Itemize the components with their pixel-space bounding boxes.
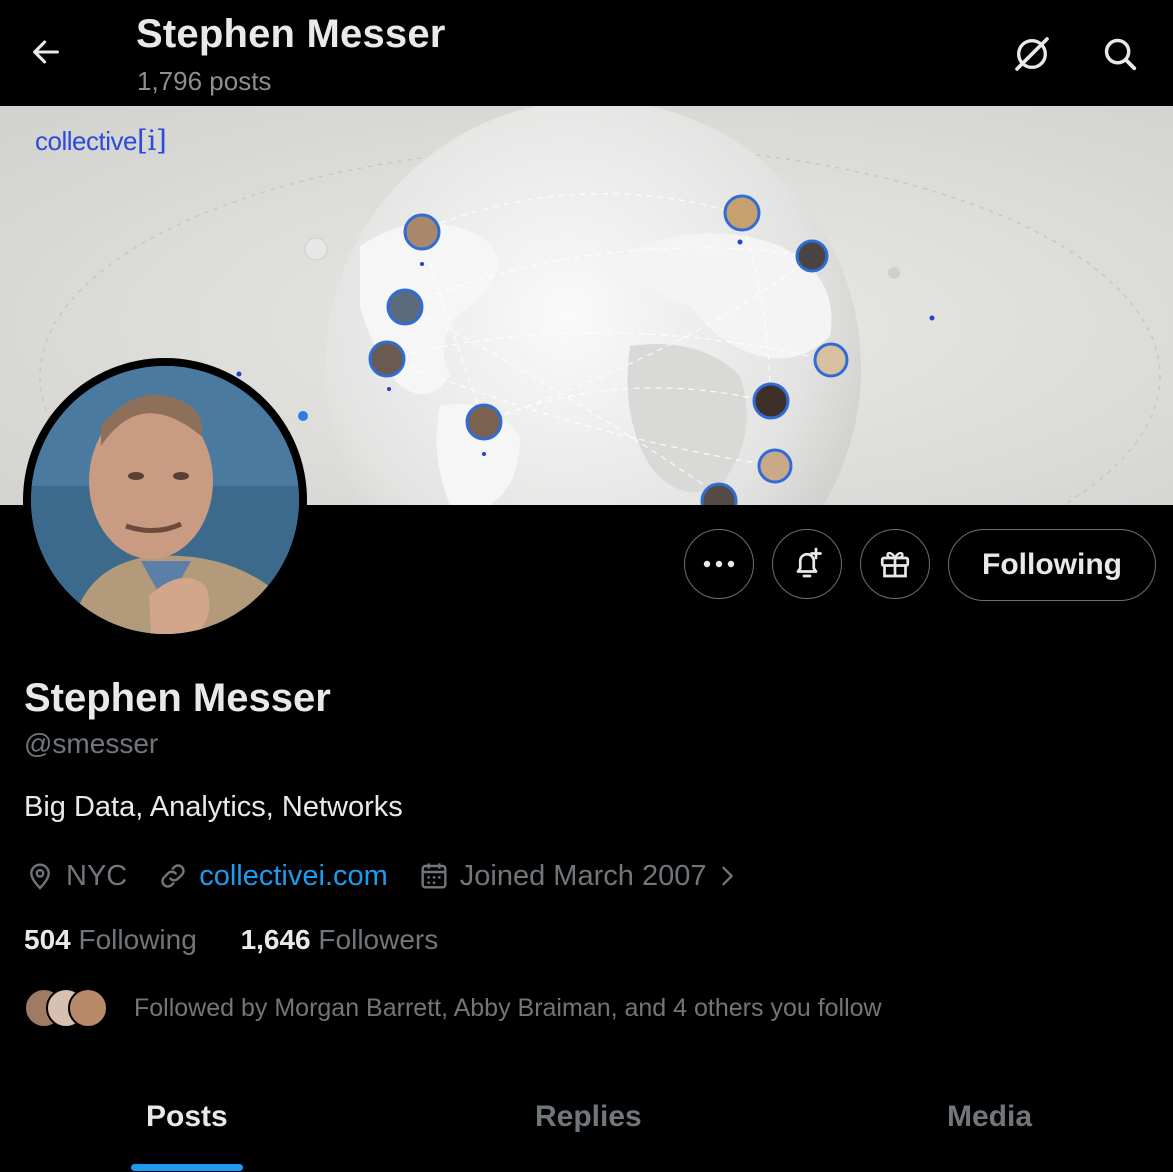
followers-count: 1,646 [240,924,311,955]
brand-logo-bracket: [i] [136,124,167,157]
website-link[interactable]: collectivei.com [199,860,388,893]
follow-stats: 504 Following 1,646 Followers [24,924,474,956]
profile-handle: @smesser [24,728,159,759]
search-icon [1104,38,1137,71]
followers-label: Followers [318,924,439,955]
tab-posts[interactable]: Posts [146,1100,228,1134]
joined-date[interactable]: Joined March 2007 [418,860,739,893]
location-text: NYC [66,859,128,892]
location-pin-icon [30,863,50,890]
tab-replies[interactable]: Replies [535,1100,642,1134]
posts-count: 1,796 posts [137,66,272,96]
tab-media[interactable]: Media [947,1100,1032,1134]
notify-button[interactable] [772,529,842,599]
following-stat[interactable]: 504 Following [24,924,197,956]
location: NYC [24,860,127,893]
grok-icon [1015,37,1049,71]
link-icon [161,864,185,888]
brand-logo: collective[i] [35,124,167,157]
profile-tabs: Posts Replies Media [0,1080,1173,1172]
follower-avatar [68,988,108,1028]
bell-plus-icon [796,547,822,578]
following-button[interactable]: Following [948,529,1156,601]
gift-icon [880,551,910,578]
grok-button[interactable] [1006,28,1058,80]
back-button[interactable] [24,30,68,74]
profile-bio: Big Data, Analytics, Networks [24,791,403,823]
subscribe-button[interactable] [860,529,930,599]
chevron-right-icon [722,866,734,886]
website[interactable]: collectivei.com [157,860,388,893]
avatar[interactable] [31,366,299,634]
top-bar: Stephen Messer 1,796 posts [0,0,1173,106]
profile-meta: NYC collectivei.com Joined March 2007 [24,854,768,898]
profile-name: Stephen Messer [24,676,331,720]
joined-text: Joined March 2007 [459,859,707,892]
active-tab-indicator [131,1164,243,1171]
more-horizontal-icon [703,560,735,568]
search-button[interactable] [1094,28,1146,80]
header-title: Stephen Messer [136,12,446,56]
followed-by[interactable]: Followed by Morgan Barrett, Abby Braiman… [24,984,882,1032]
following-count: 504 [24,924,71,955]
avatar-portrait [31,366,299,634]
followers-stat[interactable]: 1,646 Followers [241,924,439,956]
arrow-left-icon [33,40,59,64]
followed-by-text: Followed by Morgan Barrett, Abby Braiman… [134,993,882,1022]
brand-logo-text: collective [35,126,137,156]
avatar-ring [23,358,307,642]
following-label: Following [78,924,197,955]
calendar-icon [421,863,447,889]
more-button[interactable] [684,529,754,599]
